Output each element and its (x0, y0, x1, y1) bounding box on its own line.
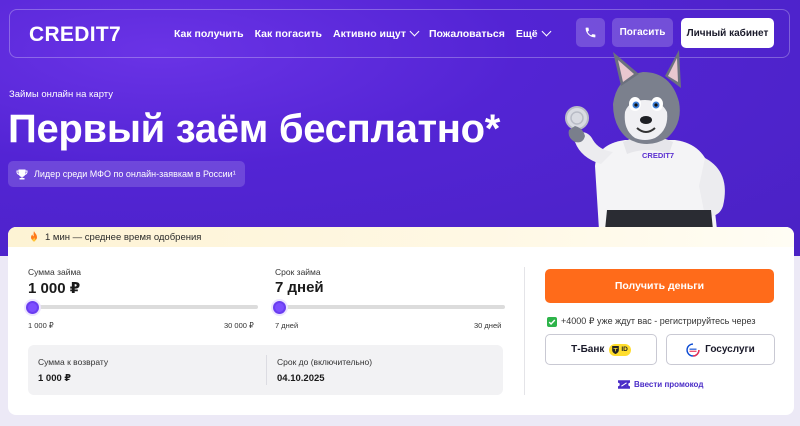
promo-label: Ввести промокод (634, 380, 704, 389)
nav-more[interactable]: Ещё (515, 26, 552, 40)
phone-button[interactable] (576, 18, 605, 47)
amount-slider-thumb[interactable] (25, 300, 39, 314)
return-amount-label: Сумма к возврату (38, 357, 109, 367)
nav-complain[interactable]: Пожаловаться (429, 28, 505, 40)
tbank-id-badge: ID (609, 343, 631, 356)
nav-how-to-repay[interactable]: Как погасить (255, 28, 322, 40)
column-divider (524, 267, 525, 395)
fire-icon (31, 231, 37, 242)
amount-slider-track[interactable] (30, 305, 258, 309)
amount-value: 1 000 ₽ (28, 280, 81, 297)
trophy-icon (16, 169, 28, 179)
promo-code-link[interactable]: Ввести промокод (618, 380, 703, 389)
loan-summary: Сумма к возврату 1 000 ₽ Срок до (включи… (28, 345, 503, 395)
leader-badge: Лидер среди МФО по онлайн-заявкам в Росс… (8, 161, 245, 187)
husky-mascot-illustration: CREDIT7 (565, 50, 725, 230)
nav-how-to-get[interactable]: Как получить (174, 28, 244, 40)
nav-label: Активно ищут (332, 27, 406, 40)
repay-button[interactable]: Погасить (612, 18, 673, 47)
hero-title: Первый заём бесплатно* (8, 107, 501, 151)
term-max-label: 30 дней (474, 321, 502, 330)
approval-time-bar: 1 мин — среднее время одобрения (8, 227, 794, 247)
gosuslugi-logo-icon (686, 342, 700, 357)
hero-eyebrow: Займы онлайн на карту (9, 89, 113, 100)
tbank-shield-icon (612, 345, 620, 354)
amount-max-label: 30 000 ₽ (224, 321, 254, 330)
get-money-button[interactable]: Получить деньги (545, 269, 774, 303)
gosuslugi-login-button[interactable]: Госуслуги (666, 334, 775, 365)
checkmark-icon (547, 316, 557, 327)
bonus-note: +4000 ₽ уже ждут вас - регистрируйтесь ч… (547, 316, 755, 327)
tbank-login-button[interactable]: Т-Банк ID (545, 334, 657, 365)
mascot-shirt-logo: CREDIT7 (642, 151, 674, 160)
loan-calculator-card: 1 мин — среднее время одобрения Сумма за… (8, 227, 794, 415)
tbank-label: Т-Банк (571, 344, 605, 355)
leader-text: Лидер среди МФО по онлайн-заявкам в Росс… (34, 169, 236, 179)
phone-icon (585, 27, 596, 38)
chevron-down-icon (409, 26, 420, 37)
term-label: Срок займа (275, 267, 321, 277)
ticket-icon (618, 380, 630, 389)
nav-label: Пожаловаться (428, 27, 505, 40)
nav-label: Как погасить (254, 27, 322, 40)
term-slider-track[interactable] (277, 305, 505, 309)
summary-divider (266, 355, 267, 385)
main-nav: Как получить Как погасить Активно ищут П… (174, 10, 552, 57)
term-value: 7 дней (275, 279, 324, 296)
nav-label: Как получить (174, 27, 244, 40)
tbank-badge-text: ID (621, 346, 628, 353)
due-date-label: Срок до (включительно) (277, 357, 373, 367)
chevron-down-icon (541, 26, 552, 37)
return-amount-value: 1 000 ₽ (38, 373, 72, 384)
nav-trending[interactable]: Активно ищут (332, 26, 420, 40)
bonus-text: +4000 ₽ уже ждут вас - регистрируйтесь ч… (561, 316, 756, 326)
logo[interactable]: CREDIT7 (29, 23, 121, 47)
gosuslugi-label: Госуслуги (705, 344, 755, 355)
amount-label: Сумма займа (28, 267, 82, 277)
amount-min-label: 1 000 ₽ (28, 321, 54, 330)
due-date-value: 04.10.2025 (277, 373, 325, 384)
personal-cabinet-button[interactable]: Личный кабинет (681, 18, 774, 48)
nav-label: Ещё (515, 27, 538, 40)
approval-text: 1 мин — среднее время одобрения (45, 231, 202, 243)
term-min-label: 7 дней (275, 321, 299, 330)
term-slider-thumb[interactable] (272, 300, 286, 314)
